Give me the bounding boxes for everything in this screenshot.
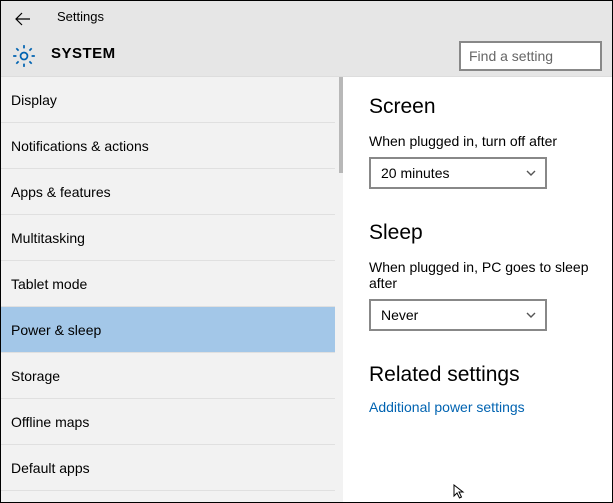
sidebar-item-offline-maps[interactable]: Offline maps <box>1 399 343 445</box>
sidebar-item-label: Multitasking <box>11 230 85 246</box>
main-area: Display Notifications & actions Apps & f… <box>1 77 612 502</box>
window-title: Settings <box>57 9 104 24</box>
sidebar-item-tablet[interactable]: Tablet mode <box>1 261 343 307</box>
chevron-down-icon <box>525 167 537 179</box>
sidebar-scrollbar[interactable] <box>335 77 343 502</box>
screen-plugged-label: When plugged in, turn off after <box>369 133 592 149</box>
content-pane: Screen When plugged in, turn off after 2… <box>343 77 612 502</box>
search-input[interactable] <box>459 41 602 71</box>
sidebar-item-label: Apps & features <box>11 184 111 200</box>
chevron-down-icon <box>525 309 537 321</box>
sidebar-item-label: Tablet mode <box>11 276 87 292</box>
gear-icon <box>11 43 37 69</box>
related-heading: Related settings <box>369 363 592 387</box>
header-bar: Settings SYSTEM <box>1 1 612 77</box>
sleep-heading: Sleep <box>369 221 592 245</box>
search-container <box>459 41 602 71</box>
sidebar-item-label: Display <box>11 92 57 108</box>
scrollbar-thumb[interactable] <box>339 77 343 173</box>
sidebar-item-display[interactable]: Display <box>1 77 343 123</box>
sidebar-item-power-sleep[interactable]: Power & sleep <box>1 307 343 353</box>
sidebar-item-label: Default apps <box>11 460 90 476</box>
additional-power-settings-link[interactable]: Additional power settings <box>369 399 592 415</box>
sleep-plugged-label: When plugged in, PC goes to sleep after <box>369 259 592 291</box>
back-arrow-icon <box>15 11 31 27</box>
select-value: Never <box>381 307 418 323</box>
sleep-timeout-select[interactable]: Never <box>369 299 547 331</box>
screen-heading: Screen <box>369 95 592 119</box>
sidebar-item-label: Storage <box>11 368 60 384</box>
sidebar-item-label: Power & sleep <box>11 322 101 338</box>
back-button[interactable] <box>11 7 35 31</box>
sidebar-item-default-apps[interactable]: Default apps <box>1 445 343 491</box>
select-value: 20 minutes <box>381 165 449 181</box>
sidebar-item-notifications[interactable]: Notifications & actions <box>1 123 343 169</box>
sidebar: Display Notifications & actions Apps & f… <box>1 77 343 502</box>
sidebar-item-storage[interactable]: Storage <box>1 353 343 399</box>
sidebar-item-label: Offline maps <box>11 414 89 430</box>
sidebar-item-apps[interactable]: Apps & features <box>1 169 343 215</box>
sidebar-item-multitasking[interactable]: Multitasking <box>1 215 343 261</box>
screen-timeout-select[interactable]: 20 minutes <box>369 157 547 189</box>
sidebar-item-label: Notifications & actions <box>11 138 149 154</box>
section-title: SYSTEM <box>51 45 116 62</box>
